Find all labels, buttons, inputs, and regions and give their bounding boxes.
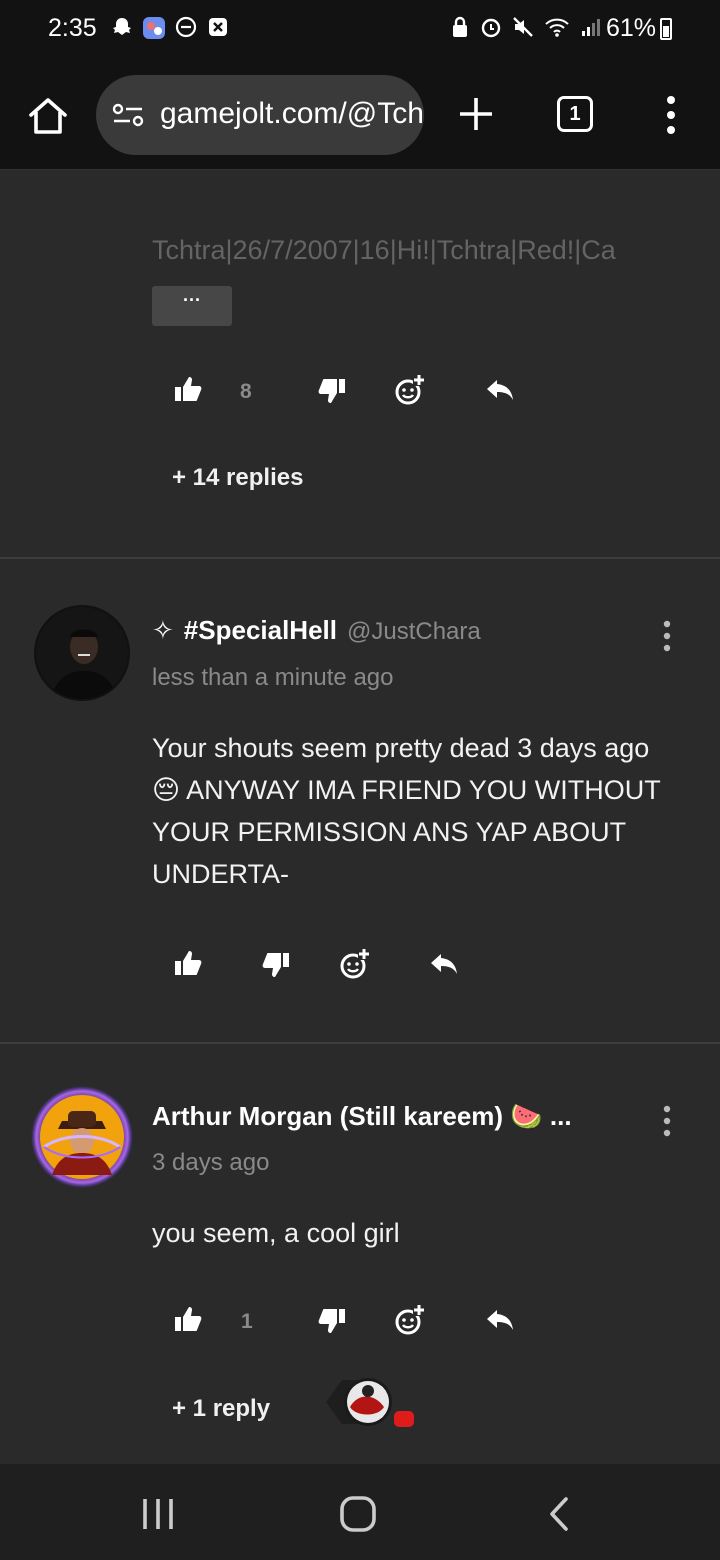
comment-body: you seem, a cool girl [152, 1218, 400, 1248]
comment-timestamp: 3 days ago [152, 1149, 270, 1176]
dislike-icon[interactable] [316, 1304, 348, 1336]
battery-icon [660, 18, 672, 40]
browser-menu-button[interactable] [660, 95, 682, 135]
expand-comment-button[interactable]: ··· [152, 286, 232, 326]
lock-icon [453, 16, 467, 37]
close-box-icon [206, 16, 230, 40]
snapchat-icon [110, 16, 134, 40]
reply-icon[interactable] [428, 948, 460, 980]
reply-avatar [326, 1369, 416, 1435]
wifi-icon [545, 18, 569, 37]
comment-options-button[interactable] [660, 620, 674, 652]
new-tab-button[interactable] [456, 94, 496, 134]
status-bar: 2:35 61% [0, 0, 720, 60]
like-icon[interactable] [172, 1304, 204, 1336]
add-reaction-icon[interactable] [393, 374, 425, 406]
author-name[interactable]: Arthur Morgan (Still kareem) 🍉 ... [152, 1101, 572, 1132]
battery-percent: 61% [605, 14, 656, 42]
notification-icons [110, 16, 230, 40]
system-icons [450, 16, 602, 38]
like-count: 1 [241, 1310, 253, 1333]
dnd-icon [174, 16, 198, 40]
reply-icon[interactable] [484, 374, 516, 406]
add-reaction-icon[interactable] [393, 1304, 425, 1336]
author-handle[interactable]: @JustChara [347, 618, 481, 646]
like-count: 8 [240, 380, 252, 403]
status-time: 2:35 [48, 14, 97, 42]
view-replies-link[interactable]: + 1 reply [172, 1395, 270, 1423]
comment-timestamp: less than a minute ago [152, 664, 394, 691]
add-reaction-icon[interactable] [338, 948, 370, 980]
alarm-icon [481, 18, 501, 38]
like-icon[interactable] [172, 948, 204, 980]
view-replies-link[interactable]: + 14 replies [172, 464, 303, 492]
browser-toolbar: gamejolt.com/@Tchtra 1 [0, 60, 720, 170]
comment-1-collapsed-text: Tchtra|26/7/2007|16|Hi!|Tchtra|Red!|Ca [152, 235, 616, 265]
verified-sparkle-icon: ✧ [152, 615, 174, 645]
tab-switcher-button[interactable]: 1 [557, 96, 593, 132]
divider [0, 1042, 720, 1044]
signal-icon [582, 19, 600, 36]
comment-body: Your shouts seem pretty dead 3 days ago … [152, 733, 661, 889]
recent-apps-button[interactable] [140, 1496, 176, 1532]
author-name[interactable]: #SpecialHell [184, 615, 337, 646]
divider [0, 557, 720, 559]
comment-options-button[interactable] [660, 1105, 674, 1137]
reply-icon[interactable] [484, 1304, 516, 1336]
address-bar[interactable]: gamejolt.com/@Tchtra [96, 75, 424, 155]
dislike-icon[interactable] [260, 948, 292, 980]
avatar[interactable] [30, 1085, 134, 1189]
back-button[interactable] [546, 1496, 572, 1532]
mute-icon [513, 17, 533, 37]
url-text: gamejolt.com/@Tchtra [160, 97, 424, 130]
home-nav-button[interactable] [339, 1495, 377, 1533]
like-icon[interactable] [172, 374, 204, 406]
comment-author-row: Arthur Morgan (Still kareem) 🍉 ... [152, 1101, 572, 1132]
app-icon [142, 16, 166, 40]
dislike-icon[interactable] [316, 374, 348, 406]
site-settings-icon[interactable] [112, 103, 144, 127]
comments-feed: Tchtra|26/7/2007|16|Hi!|Tchtra|Red!|Ca ·… [0, 171, 720, 1464]
avatar[interactable] [34, 605, 130, 701]
home-button[interactable] [26, 94, 70, 138]
android-nav-bar [0, 1464, 720, 1560]
comment-author-row: ✧ #SpecialHell @JustChara [152, 615, 481, 646]
